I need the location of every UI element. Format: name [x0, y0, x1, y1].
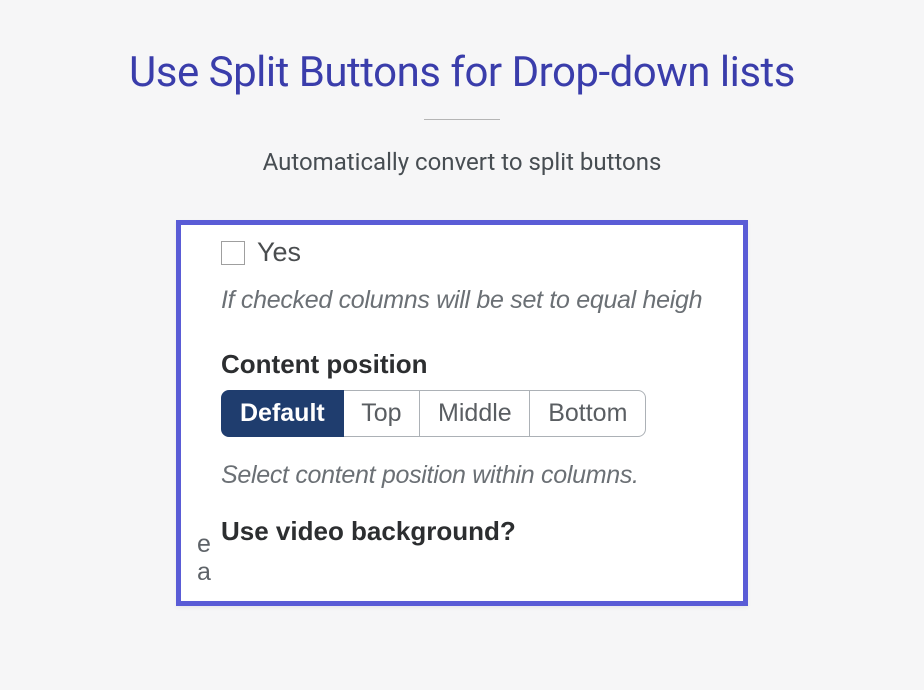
split-option-default[interactable]: Default	[221, 390, 344, 437]
content-position-help-text: Select content position within columns.	[197, 461, 748, 490]
content-position-heading: Content position	[197, 349, 748, 380]
content-position-split-buttons: Default Top Middle Bottom	[221, 390, 646, 437]
divider	[424, 119, 500, 120]
screenshot-frame: Yes If checked columns will be set to eq…	[176, 220, 748, 606]
cropped-left-text: e a	[197, 531, 211, 586]
equal-height-checkbox[interactable]	[221, 241, 245, 265]
checkbox-help-text: If checked columns will be set to equal …	[197, 286, 748, 315]
checkbox-label: Yes	[257, 237, 301, 268]
video-background-heading: Use video background?	[197, 516, 748, 547]
split-option-bottom[interactable]: Bottom	[529, 390, 646, 437]
split-option-middle[interactable]: Middle	[419, 390, 531, 437]
page-title: Use Split Buttons for Drop-down lists	[0, 48, 924, 97]
page-subtitle: Automatically convert to split buttons	[0, 148, 924, 176]
split-option-top[interactable]: Top	[342, 390, 420, 437]
